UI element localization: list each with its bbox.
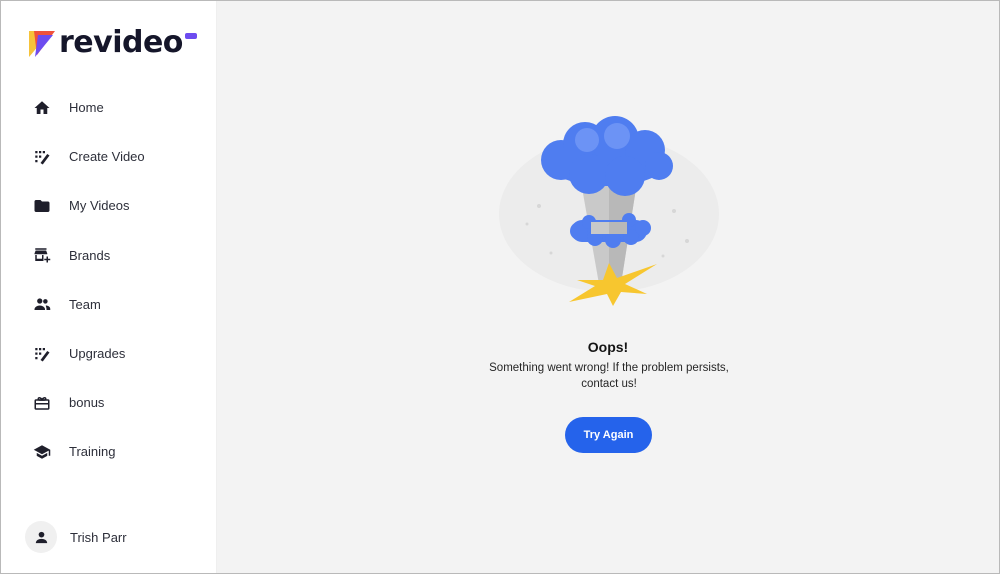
app-window: revideo Home Create Video My Videos Bran… — [0, 0, 1000, 574]
try-again-button[interactable]: Try Again — [565, 417, 652, 453]
sidebar-item-label: Home — [69, 100, 104, 116]
store-add-icon — [33, 246, 51, 264]
brand-name: revideo — [59, 25, 183, 60]
gift-icon — [33, 394, 51, 412]
sidebar-item-label: My Videos — [69, 198, 130, 214]
error-message: Something went wrong! If the problem per… — [489, 362, 729, 390]
person-icon — [35, 531, 47, 543]
magic-wand-icon — [33, 345, 51, 363]
logo-mark-icon — [29, 31, 55, 57]
sidebar: revideo Home Create Video My Videos Bran… — [1, 1, 217, 573]
sidebar-item-team[interactable]: Team — [1, 280, 217, 329]
sidebar-item-brands[interactable]: Brands — [1, 231, 217, 280]
sidebar-nav: Home Create Video My Videos Brands Team … — [1, 83, 217, 477]
graduation-cap-icon — [33, 443, 51, 461]
main-content: Oops! Something went wrong! If the probl… — [217, 1, 999, 573]
magic-wand-icon — [33, 148, 51, 166]
people-icon — [33, 295, 51, 313]
sidebar-item-training[interactable]: Training — [1, 427, 217, 476]
error-title: Oops! — [587, 339, 629, 355]
sidebar-item-upgrades[interactable]: Upgrades — [1, 329, 217, 378]
sidebar-item-label: Brands — [69, 247, 111, 263]
sidebar-item-bonus[interactable]: bonus — [1, 378, 217, 427]
sidebar-item-label: Training — [69, 444, 116, 460]
brand-logo[interactable]: revideo — [29, 25, 197, 61]
sidebar-item-home[interactable]: Home — [1, 83, 217, 132]
home-icon — [33, 99, 51, 117]
user-profile[interactable]: Trish Parr — [25, 521, 127, 553]
sidebar-item-label: bonus — [69, 395, 105, 411]
sidebar-item-my-videos[interactable]: My Videos — [1, 181, 217, 230]
avatar — [25, 521, 57, 553]
sidebar-item-label: Upgrades — [69, 346, 126, 362]
user-name: Trish Parr — [70, 529, 127, 545]
sidebar-item-create-video[interactable]: Create Video — [1, 132, 217, 181]
brand-badge — [184, 33, 197, 39]
sidebar-item-label: Create Video — [69, 149, 145, 165]
sidebar-item-label: Team — [69, 296, 101, 312]
folder-icon — [33, 197, 51, 215]
explosion-cloud-illustration — [499, 116, 719, 306]
